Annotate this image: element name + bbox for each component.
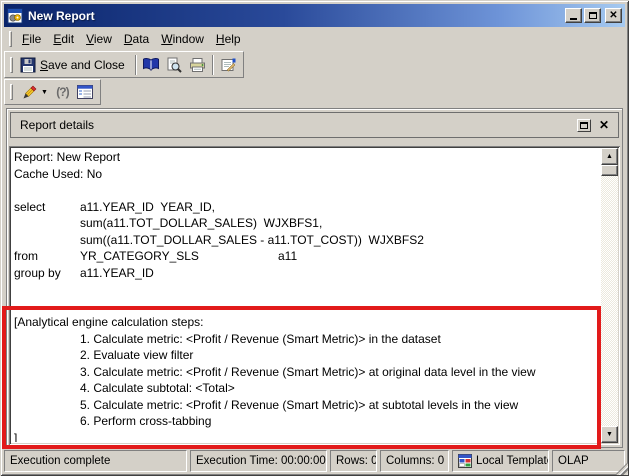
properties-button[interactable] <box>217 54 240 76</box>
window-title: New Report <box>28 9 95 23</box>
toolbar2-grip[interactable] <box>10 84 13 100</box>
scrollbar-thumb[interactable] <box>601 165 618 176</box>
printer-icon <box>189 57 206 73</box>
status-template: Local Template <box>452 450 549 472</box>
vertical-scrollbar[interactable]: ▲ ▼ <box>601 148 618 443</box>
scroll-down-icon: ▼ <box>606 431 613 438</box>
print-preview-button[interactable] <box>163 54 186 76</box>
menu-help[interactable]: Help <box>210 30 247 48</box>
menu-window[interactable]: Window <box>155 30 210 48</box>
function-help-icon: (?) <box>56 85 68 99</box>
scroll-down-button[interactable]: ▼ <box>601 426 618 443</box>
panel-title: Report details <box>20 118 94 132</box>
menubar-grip[interactable] <box>9 31 12 47</box>
close-button[interactable]: ✕ <box>605 8 622 23</box>
open-book-button[interactable] <box>140 54 163 76</box>
close-icon: ✕ <box>609 11 617 21</box>
function-help-button[interactable]: (?) <box>51 81 74 103</box>
print-preview-icon <box>166 57 182 73</box>
maximize-icon <box>589 12 597 19</box>
pencil-wand-icon <box>21 84 37 100</box>
grid-view-button[interactable] <box>74 81 97 103</box>
status-execution-time: Execution Time: 00:00:00 <box>190 450 327 472</box>
menu-bar: File Edit View Data Window Help <box>4 28 625 50</box>
status-mode: OLAP <box>552 450 625 472</box>
app-window-icon <box>7 8 23 24</box>
save-and-close-label: Save and Close <box>40 58 125 72</box>
report-details-text: Report: New Report Cache Used: No select… <box>14 149 598 442</box>
panel-close-button[interactable]: ✕ <box>599 119 609 131</box>
local-template-icon <box>458 454 472 468</box>
report-details-header[interactable]: Report details ✕ <box>10 112 619 138</box>
menu-file[interactable]: File <box>16 30 47 48</box>
save-icon <box>20 57 36 73</box>
status-columns: Columns: 0 <box>380 450 449 472</box>
new-report-window: New Report ✕ File Edit View Data Window … <box>0 0 629 476</box>
wand-dropdown-icon[interactable]: ▼ <box>40 89 51 96</box>
minimize-icon <box>570 18 577 20</box>
menu-edit[interactable]: Edit <box>47 30 80 48</box>
toolbar-main: Save and Close <box>4 51 244 78</box>
toolbar-separator <box>135 55 137 75</box>
status-execution: Execution complete <box>4 450 187 472</box>
toolbar-secondary: ▼ (?) <box>4 79 101 105</box>
book-icon <box>142 57 160 72</box>
report-details-textarea[interactable]: Report: New Report Cache Used: No select… <box>9 146 620 445</box>
properties-icon <box>220 57 237 73</box>
scroll-up-icon: ▲ <box>606 153 613 160</box>
minimize-button[interactable] <box>565 8 582 23</box>
toolbar-separator <box>212 55 214 75</box>
print-button[interactable] <box>186 54 209 76</box>
status-template-label: Local Template <box>476 455 549 467</box>
toolbar1-grip[interactable] <box>10 57 13 73</box>
report-details-panel: Report details ✕ Report: New Report Cach… <box>6 108 623 448</box>
status-rows: Rows: 0 <box>330 450 377 472</box>
grid-table-icon <box>76 84 94 100</box>
panel-maximize-button[interactable] <box>577 119 591 132</box>
menu-data[interactable]: Data <box>118 30 155 48</box>
scroll-up-button[interactable]: ▲ <box>601 148 618 165</box>
format-wand-button[interactable] <box>17 81 40 103</box>
analytical-steps-text: [Analytical engine calculation steps: 1.… <box>14 314 598 442</box>
save-and-close-button[interactable]: Save and Close <box>17 54 132 76</box>
menu-view[interactable]: View <box>80 30 118 48</box>
report-sql-text: Report: New Report Cache Used: No select… <box>14 149 598 281</box>
maximize-button[interactable] <box>584 8 601 23</box>
status-bar: Execution complete Execution Time: 00:00… <box>4 450 625 472</box>
title-bar[interactable]: New Report ✕ <box>4 4 625 27</box>
panel-maximize-icon <box>580 122 588 129</box>
